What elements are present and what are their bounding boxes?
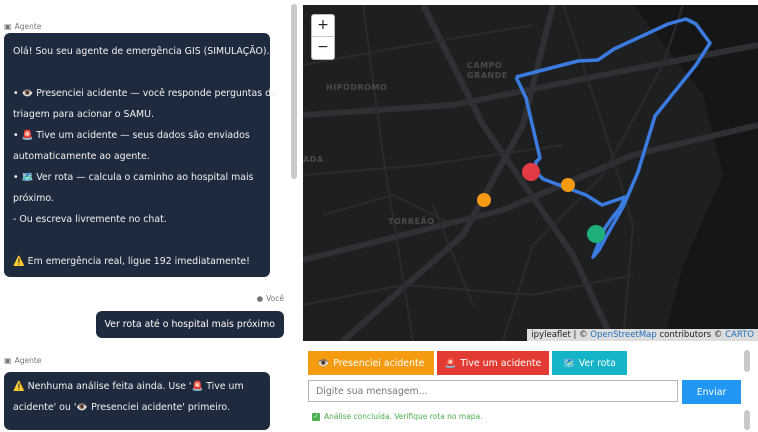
warning-icon: ⚠️ [13, 256, 25, 267]
view-route-button[interactable]: 🗺️ Ver rota [552, 351, 627, 375]
user-icon: ● [256, 294, 264, 303]
message-input[interactable] [308, 380, 678, 402]
chat-scrollbar[interactable] [291, 4, 297, 179]
check-icon: ✓ [312, 412, 320, 421]
zoom-control: + − [311, 14, 335, 60]
map-icon: 🗺️ [21, 172, 34, 183]
zoom-in-button[interactable]: + [312, 15, 334, 37]
map-icon: 🗺️ [563, 357, 575, 369]
accident-marker[interactable] [522, 163, 540, 181]
siren-icon: 🚨 [21, 130, 34, 141]
agent-role-label: ▣ Agente [4, 22, 42, 31]
user-role-label: ● Você [256, 294, 284, 303]
chat-panel[interactable]: ▣ Agente Olá! Sou seu agente de emergênc… [0, 0, 290, 432]
report-accident-button[interactable]: 🚨 Tive um acidente [437, 351, 549, 375]
status-scrollbar[interactable] [744, 410, 750, 430]
place-label-ada: ADA [303, 155, 324, 164]
warning-icon: ⚠️ [13, 381, 25, 392]
place-label-hipodromo: HIPÓDROMO [326, 83, 388, 92]
place-label-campo: CAMPO [467, 61, 503, 70]
agent-reply-message: ⚠️ Nenhuma análise feita ainda. Use '🚨 T… [4, 372, 270, 430]
place-label-grande: GRANDE [467, 71, 508, 80]
place-label-torreao: TORREÃO [388, 217, 435, 226]
eye-icon: 👁️ [317, 357, 330, 369]
siren-icon: 🚨 [191, 381, 204, 392]
osm-link[interactable]: OpenStreetMap [590, 330, 656, 340]
zoom-out-button[interactable]: − [312, 37, 334, 59]
map-view[interactable]: HIPÓDROMO CAMPO GRANDE TORREÃO ADA + − i… [303, 5, 758, 341]
hospital-marker[interactable] [587, 225, 605, 243]
map-attribution: ipyleaflet | © OpenStreetMap contributor… [527, 329, 758, 341]
agent-icon: ▣ [4, 356, 12, 365]
send-button[interactable]: Enviar [682, 380, 741, 404]
incident-marker[interactable] [561, 178, 575, 192]
siren-icon: 🚨 [444, 357, 457, 369]
incident-marker[interactable] [477, 193, 491, 207]
witness-accident-button[interactable]: 👁️ Presenciei acidente [308, 351, 434, 375]
agent-welcome-message: Olá! Sou seu agente de emergência GIS (S… [4, 33, 277, 277]
status-message: ✓ Análise concluída. Verifique rota no m… [312, 412, 483, 421]
agent-icon: ▣ [4, 22, 12, 31]
action-buttons: 👁️ Presenciei acidente 🚨 Tive um acident… [308, 351, 627, 375]
carto-link[interactable]: CARTO [725, 330, 754, 340]
eye-icon: 👁️ [21, 88, 34, 99]
agent-role-label: ▣ Agente [4, 356, 42, 365]
controls-scrollbar[interactable] [744, 350, 750, 372]
eye-icon: 👁️ [76, 402, 89, 413]
user-message: Ver rota até o hospital mais próximo [95, 311, 284, 338]
